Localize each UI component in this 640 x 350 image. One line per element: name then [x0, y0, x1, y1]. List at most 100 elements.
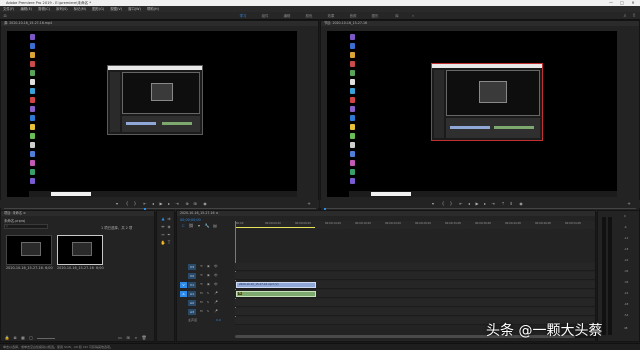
razor-tool-icon[interactable]: ◈ [166, 224, 172, 230]
tab-editing[interactable]: 编辑 [276, 12, 298, 20]
mark-in-icon[interactable]: { [440, 201, 446, 207]
export-icon[interactable]: ⇪ [631, 13, 637, 19]
step-forward-icon[interactable]: ▸ [166, 201, 172, 207]
mark-out-icon[interactable]: } [132, 201, 138, 207]
workspace-more[interactable]: » [408, 12, 418, 20]
track-target-v2[interactable]: V2 [188, 273, 196, 279]
source-patch-a1[interactable]: A [180, 291, 187, 297]
export-frame-icon[interactable]: ◉ [202, 201, 208, 207]
microphone-icon[interactable]: 🎤 [214, 300, 218, 304]
snap-icon[interactable]: ⊂ [180, 223, 186, 229]
menu-clip[interactable]: 剪辑(C) [38, 7, 50, 11]
menu-view[interactable]: 视图(V) [110, 7, 122, 11]
project-search-input[interactable]: ⌕ [4, 224, 48, 229]
tab-learn[interactable]: 学习 [232, 12, 254, 20]
program-monitor-header[interactable]: 节目: 2020-10-16_15-27-16 [321, 21, 639, 26]
timeline-header[interactable]: 2020-10-16_15-27-16 ≡ [177, 211, 595, 216]
menu-help[interactable]: 帮助(H) [147, 7, 159, 11]
home-icon[interactable]: ⌂ [2, 13, 8, 19]
go-to-out-icon[interactable]: ⇥ [174, 201, 180, 207]
lift-icon[interactable]: ⇡ [500, 201, 506, 207]
new-bin-icon[interactable]: ▭ [117, 335, 123, 341]
new-item-icon[interactable]: ⊞ [125, 335, 131, 341]
mark-out-icon[interactable]: } [448, 201, 454, 207]
video-clip[interactable]: 2020-10-16_15-27-16.mp4 [V] [236, 282, 316, 288]
eye-icon[interactable]: 👁 [214, 282, 218, 286]
program-video-frame[interactable] [327, 31, 617, 197]
marker-icon[interactable]: ▾ [430, 201, 436, 207]
search-icon[interactable]: ⌕ [622, 13, 628, 19]
master-volume[interactable]: 0.0 [216, 318, 221, 322]
mute-button[interactable]: M [200, 309, 203, 313]
play-icon[interactable]: ▶ [158, 201, 164, 207]
extract-icon[interactable]: ⇞ [508, 201, 514, 207]
freeform-view-icon[interactable]: ▢ [28, 335, 34, 341]
timeline-settings-icon[interactable]: 🔧 [204, 223, 210, 229]
sync-lock-icon[interactable]: ⟲ [200, 264, 203, 268]
microphone-icon[interactable]: 🎤 [214, 309, 218, 313]
bin-item-thumbnail[interactable] [6, 235, 52, 265]
track-v1[interactable]: 2020-10-16_15-27-16.mp4 [V] [235, 281, 595, 289]
microphone-icon[interactable]: 🎤 [214, 291, 218, 295]
add-button-icon[interactable]: + [626, 201, 632, 207]
track-target-v1[interactable]: V1 [188, 282, 196, 288]
track-target-v3[interactable]: V3 [188, 264, 196, 270]
track-output-icon[interactable]: ▣ [207, 273, 210, 277]
project-header[interactable]: 项目: 未命名 ≡ [1, 211, 154, 216]
step-back-icon[interactable]: ◂ [150, 201, 156, 207]
step-forward-icon[interactable]: ▸ [482, 201, 488, 207]
export-frame-icon[interactable]: ◉ [518, 201, 524, 207]
solo-button[interactable]: S [207, 291, 209, 295]
track-target-a3[interactable]: A3 [188, 309, 196, 315]
go-to-in-icon[interactable]: ⇤ [458, 201, 464, 207]
solo-button[interactable]: S [207, 300, 209, 304]
source-monitor-header[interactable]: 源: 2020-10-16_15-27-16.mp4 [1, 21, 318, 26]
menu-edit[interactable]: 编辑(E) [20, 7, 32, 11]
eye-icon[interactable]: 👁 [214, 273, 218, 277]
menu-sequence[interactable]: 序列(S) [56, 7, 68, 11]
search-icon[interactable]: ⌕ [133, 335, 139, 341]
tab-effects[interactable]: 效果 [320, 12, 342, 20]
track-target-a1[interactable]: A1 [188, 291, 196, 297]
eye-icon[interactable]: 👁 [214, 264, 218, 268]
marker-icon[interactable]: ▾ [114, 201, 120, 207]
list-view-icon[interactable]: ≣ [12, 335, 18, 341]
bin-item-thumbnail-selected[interactable] [57, 235, 103, 265]
mute-button[interactable]: M [200, 300, 203, 304]
track-select-icon[interactable]: ⇉ [166, 216, 172, 222]
add-marker-icon[interactable]: ▾ [196, 223, 202, 229]
sync-lock-icon[interactable]: ⟲ [200, 282, 203, 286]
tab-libraries[interactable]: 库 [386, 12, 408, 20]
timeline-ruler[interactable]: :00;00 00;00;04;29 00;00;09;29 00;00;14;… [235, 221, 595, 229]
track-target-a2[interactable]: A2 [188, 300, 196, 306]
mute-button[interactable]: M [200, 291, 203, 295]
mark-in-icon[interactable]: { [124, 201, 130, 207]
icon-view-icon[interactable]: ▦ [20, 335, 26, 341]
menu-marker[interactable]: 标记(M) [74, 7, 86, 11]
lock-icon[interactable]: 🔒 [4, 335, 10, 341]
sync-lock-icon[interactable]: ⟲ [200, 273, 203, 277]
tab-audio[interactable]: 音频 [342, 12, 364, 20]
track-output-icon[interactable]: ▣ [207, 282, 210, 286]
tab-graphics[interactable]: 图形 [364, 12, 386, 20]
audio-clip[interactable]: fx [236, 291, 316, 297]
step-back-icon[interactable]: ◂ [466, 201, 472, 207]
source-video-frame[interactable] [7, 31, 297, 197]
go-to-out-icon[interactable]: ⇥ [490, 201, 496, 207]
track-v2[interactable] [235, 272, 595, 280]
type-tool-icon[interactable]: T [166, 240, 172, 246]
add-button-icon[interactable]: + [306, 201, 312, 207]
trash-icon[interactable]: 🗑 [141, 335, 147, 341]
play-icon[interactable]: ▶ [474, 201, 480, 207]
insert-icon[interactable]: ⊕ [184, 201, 190, 207]
linked-selection-icon[interactable]: ⛓ [188, 223, 194, 229]
tab-color[interactable]: 颜色 [298, 12, 320, 20]
track-a2[interactable] [235, 299, 595, 307]
pen-tool-icon[interactable]: ✒ [166, 232, 172, 238]
menu-file[interactable]: 文件(F) [3, 7, 14, 11]
go-to-in-icon[interactable]: ⇤ [142, 201, 148, 207]
source-patch-v1[interactable]: V [180, 282, 187, 288]
menu-graphics[interactable]: 图形(G) [92, 7, 104, 11]
track-a1[interactable]: fx [235, 290, 595, 298]
captions-icon[interactable]: ▤ [212, 223, 218, 229]
